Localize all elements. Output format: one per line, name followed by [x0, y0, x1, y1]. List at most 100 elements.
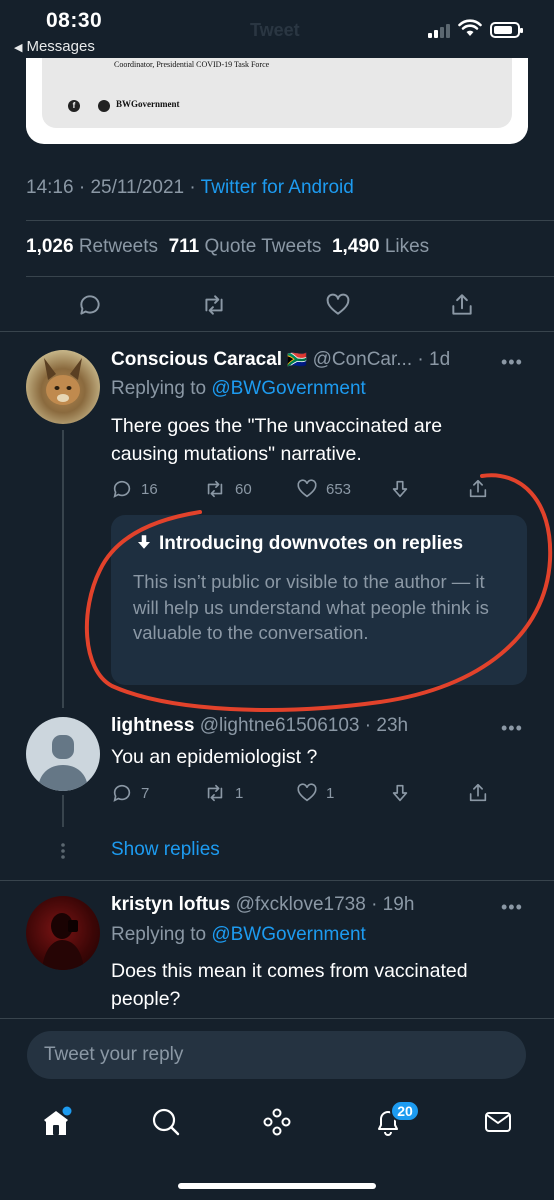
- tweet-stats: 1,026 Retweets 711 Quote Tweets 1,490 Li…: [26, 236, 429, 258]
- reply-icon: [113, 784, 131, 802]
- reply-author[interactable]: Conscious Caracal 🇿🇦 @ConCar... · 1d: [111, 349, 450, 371]
- timestamp: · 19h: [371, 894, 415, 915]
- collapsed-thread-dots-icon: [61, 843, 65, 859]
- search-icon: [152, 1108, 180, 1136]
- downvote-intro-card[interactable]: Introducing downvotes on replies This is…: [111, 515, 527, 685]
- avatar[interactable]: [26, 350, 100, 424]
- reply-author[interactable]: kristyn loftus @fxcklove1738 · 19h: [111, 894, 414, 916]
- downvote-intro-title: Introducing downvotes on replies: [135, 533, 463, 555]
- replying-prefix: Replying to: [111, 924, 207, 945]
- page-title: Tweet: [250, 20, 300, 40]
- downvote-button[interactable]: [389, 782, 411, 804]
- back-arrow-icon: ◀: [14, 42, 23, 54]
- retweet-button[interactable]: [194, 290, 234, 320]
- reply-count: 16: [141, 480, 158, 498]
- share-icon: [452, 294, 472, 315]
- mention-link[interactable]: @BWGovernment: [211, 378, 365, 399]
- divider: [0, 1018, 554, 1019]
- retweet-icon: [207, 784, 223, 802]
- divider: [0, 880, 554, 881]
- retweet-count: 1: [235, 784, 244, 802]
- retweets-count: 1,026: [26, 236, 74, 257]
- like-button[interactable]: [318, 290, 358, 320]
- avatar[interactable]: [26, 896, 100, 970]
- tweet-source-link[interactable]: Twitter for Android: [201, 177, 354, 198]
- display-name: Conscious Caracal: [111, 349, 283, 370]
- show-replies-link[interactable]: Show replies: [111, 839, 220, 861]
- heart-icon: [326, 293, 350, 315]
- share-button[interactable]: [442, 290, 482, 320]
- thread-line: [62, 430, 64, 708]
- reply-button[interactable]: 7: [111, 782, 149, 804]
- retweet-icon: [205, 295, 223, 315]
- retweet-button[interactable]: 60: [203, 478, 252, 500]
- like-count: 1: [326, 784, 335, 802]
- divider: [26, 220, 554, 221]
- messages-icon: [485, 1112, 511, 1132]
- handle: @ConCar...: [312, 349, 413, 370]
- quotes-stat[interactable]: 711 Quote Tweets: [169, 236, 322, 257]
- tweet-time: 14:16: [26, 177, 74, 198]
- retweet-count: 60: [235, 480, 252, 498]
- heart-icon: [297, 783, 317, 802]
- tab-search[interactable]: [146, 1104, 186, 1140]
- separator: ·: [189, 177, 196, 198]
- tweet-date: 25/11/2021: [90, 177, 185, 198]
- caracal-avatar-image: [44, 358, 82, 405]
- mention-link[interactable]: @BWGovernment: [211, 924, 365, 945]
- quotes-count: 711: [168, 236, 200, 257]
- like-button[interactable]: 1: [296, 782, 334, 804]
- replying-to: Replying to @BWGovernment: [111, 924, 366, 946]
- tweet-timestamp: 14:16 · 25/11/2021 · Twitter for Android: [26, 177, 354, 199]
- likes-stat[interactable]: 1,490 Likes: [332, 236, 429, 257]
- retweets-label: Retweets: [78, 236, 159, 257]
- tab-home[interactable]: [36, 1104, 76, 1140]
- retweet-icon: [207, 480, 223, 498]
- share-button[interactable]: [467, 478, 489, 500]
- display-name: kristyn loftus: [111, 894, 231, 915]
- share-icon: [469, 479, 487, 498]
- tab-messages[interactable]: [478, 1104, 518, 1140]
- reply-author[interactable]: lightness @lightne61506103 · 23h: [111, 715, 408, 737]
- downvote-intro-body: This isn’t public or visible to the auth…: [133, 571, 489, 643]
- home-icon: [44, 1106, 72, 1135]
- timestamp: · 1d: [417, 349, 451, 370]
- reply-button[interactable]: [70, 290, 110, 320]
- like-button[interactable]: 653: [296, 478, 351, 500]
- clock: 08:30: [46, 9, 103, 32]
- battery-icon: [490, 22, 523, 38]
- tab-spaces[interactable]: [257, 1104, 297, 1140]
- downvote-arrow-icon: [392, 784, 408, 802]
- downvote-button[interactable]: [389, 478, 411, 500]
- share-button[interactable]: [467, 782, 489, 804]
- flag-emoji: 🇿🇦: [287, 352, 308, 369]
- downvote-arrow-icon: [392, 480, 408, 498]
- like-count: 653: [326, 480, 352, 498]
- default-avatar[interactable]: [26, 717, 100, 791]
- retweet-button[interactable]: 1: [203, 782, 243, 804]
- document-page: Coordinator, Presidential COVID-19 Task …: [42, 58, 512, 128]
- back-label: Messages: [26, 38, 95, 55]
- reply-button[interactable]: 16: [111, 478, 158, 500]
- profile-photo-image: [42, 913, 84, 970]
- retweets-stat[interactable]: 1,026 Retweets: [26, 236, 158, 257]
- embedded-document-image[interactable]: Coordinator, Presidential COVID-19 Task …: [26, 58, 528, 144]
- replying-to: Replying to @BWGovernment: [111, 378, 366, 400]
- more-options-button[interactable]: •••: [501, 897, 523, 918]
- reply-count: 7: [141, 784, 150, 802]
- more-options-button[interactable]: •••: [501, 352, 523, 373]
- reply-input[interactable]: Tweet your reply: [27, 1031, 526, 1079]
- back-to-messages[interactable]: ◀ Messages: [14, 38, 95, 55]
- likes-label: Likes: [384, 236, 430, 257]
- handle: @fxcklove1738: [235, 894, 366, 915]
- twitter-icon: [98, 100, 110, 112]
- facebook-icon: f: [68, 100, 80, 112]
- reply-icon: [80, 295, 100, 315]
- timestamp: · 23h: [364, 715, 409, 736]
- likes-count: 1,490: [331, 236, 380, 257]
- divider: [26, 276, 554, 277]
- reply-icon: [113, 480, 131, 498]
- handle: @lightne61506103: [199, 715, 360, 736]
- document-social-handle: BWGovernment: [116, 99, 180, 109]
- more-options-button[interactable]: •••: [501, 718, 523, 739]
